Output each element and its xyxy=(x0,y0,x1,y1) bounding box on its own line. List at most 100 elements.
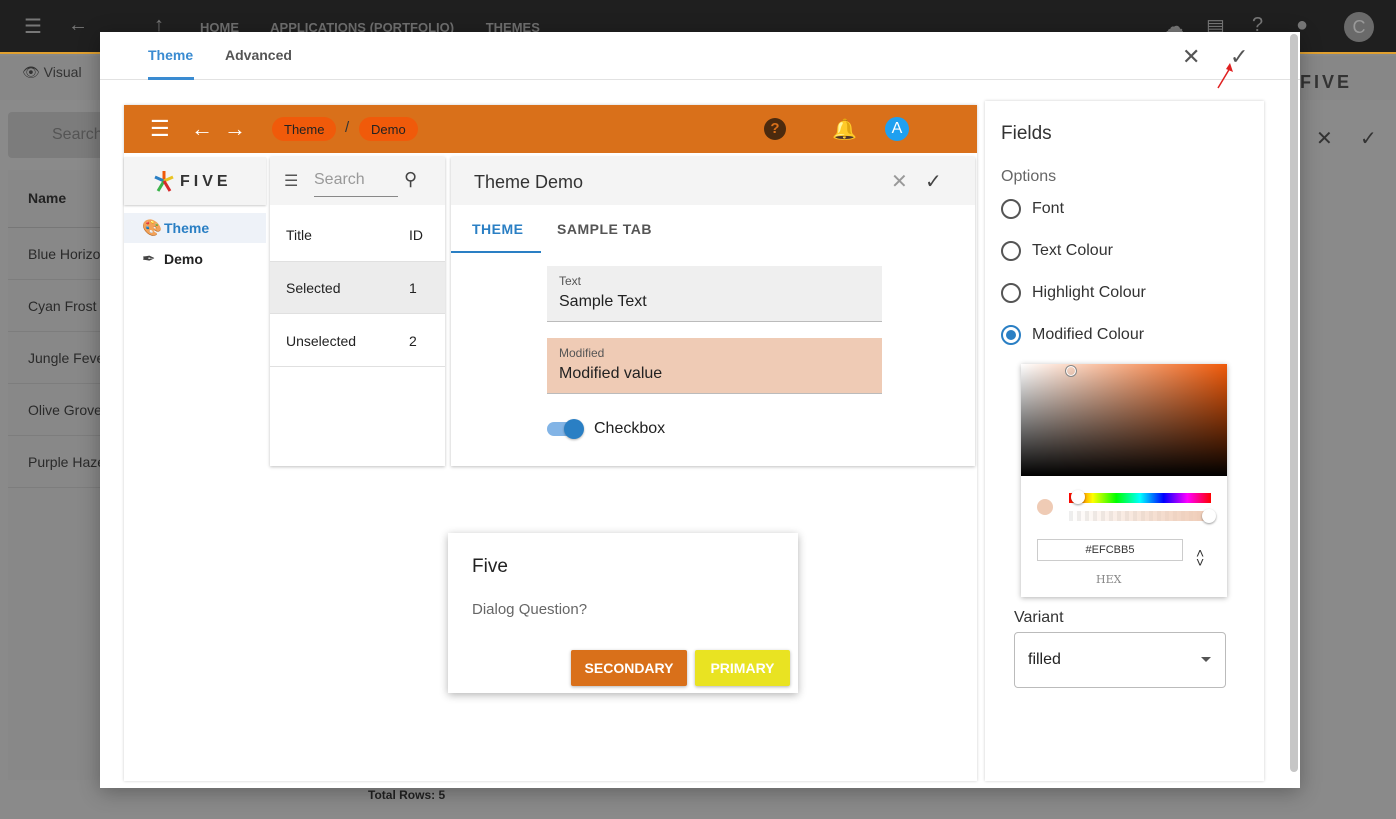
form-title: Theme Demo xyxy=(474,172,584,192)
radio-label: Highlight Colour xyxy=(1032,284,1146,301)
search-input[interactable]: Search xyxy=(314,171,398,197)
radio-label: Text Colour xyxy=(1032,242,1113,259)
row-id: 2 xyxy=(409,333,417,349)
modified-field[interactable]: Modified Modified value xyxy=(547,338,882,394)
close-icon[interactable]: ✕ xyxy=(891,169,908,194)
variant-select[interactable]: filled xyxy=(1014,632,1226,688)
visual-label: Visual xyxy=(43,64,82,80)
filter-icon[interactable]: ☰ xyxy=(284,171,298,191)
text-field[interactable]: Text Sample Text xyxy=(547,266,882,322)
fields-title: Fields xyxy=(1001,123,1052,144)
bg-close-icon[interactable]: ✕ xyxy=(1316,126,1333,151)
field-value: Modified value xyxy=(559,365,663,382)
color-swatch xyxy=(1037,499,1053,515)
alpha-handle[interactable] xyxy=(1202,509,1216,523)
field-label: Modified xyxy=(559,346,605,360)
logo-text: FIVE xyxy=(180,173,232,190)
visual-selector[interactable]: 👁 Visual xyxy=(22,64,82,81)
breadcrumb-theme[interactable]: Theme xyxy=(272,117,337,141)
close-icon[interactable]: ✕ xyxy=(1182,44,1200,70)
tab-theme[interactable]: THEME xyxy=(472,221,524,237)
palette-icon: 🎨 xyxy=(142,220,162,237)
search-icon[interactable]: ⚲ xyxy=(404,169,417,190)
saturation-handle[interactable] xyxy=(1065,365,1077,377)
table-row[interactable]: Unselected 2 xyxy=(270,315,445,367)
tab-advanced[interactable]: Advanced xyxy=(225,47,292,63)
sidebar-item-label: Demo xyxy=(164,251,203,267)
list-item[interactable]: Cyan Frost xyxy=(8,280,100,332)
tab-indicator xyxy=(148,77,194,80)
total-rows: Total Rows: 5 xyxy=(368,788,446,802)
radio-label: Font xyxy=(1032,200,1065,217)
avatar[interactable]: C xyxy=(1344,12,1374,42)
hex-label: HEX xyxy=(1096,573,1122,586)
menu-icon[interactable]: ☰ xyxy=(24,14,42,39)
row-title: Unselected xyxy=(286,333,357,349)
help-icon[interactable]: ? xyxy=(764,118,786,140)
dialog-question: Dialog Question? xyxy=(472,601,588,618)
dialog-title: Five xyxy=(472,556,508,577)
radio-highlight-colour[interactable] xyxy=(1001,283,1021,303)
hue-slider[interactable] xyxy=(1069,493,1211,503)
primary-button[interactable]: PRIMARY xyxy=(695,650,790,686)
list-header: Name xyxy=(8,170,100,228)
bg-theme-list: Name Blue Horizon Cyan Frost Jungle Feve… xyxy=(8,170,100,780)
bg-check-icon[interactable]: ✓ xyxy=(1360,126,1377,151)
back-arrow-icon[interactable]: ← xyxy=(191,116,213,142)
list-item[interactable]: Jungle Fever xyxy=(8,332,100,384)
tab-indicator xyxy=(451,251,541,253)
hue-handle[interactable] xyxy=(1071,490,1085,504)
eyedropper-icon: ✒ xyxy=(142,251,156,268)
field-value: Sample Text xyxy=(559,293,647,310)
radio-text-colour[interactable] xyxy=(1001,241,1021,261)
tab-sample[interactable]: SAMPLE TAB xyxy=(557,221,652,237)
avatar[interactable]: A xyxy=(885,117,909,141)
list-item[interactable]: Blue Horizon xyxy=(8,228,100,280)
form-header: Theme Demo ✕ ✓ xyxy=(451,157,975,205)
preview-form: Theme Demo ✕ ✓ THEME SAMPLE TAB Text Sam… xyxy=(451,157,975,466)
tab-theme[interactable]: Theme xyxy=(148,47,193,63)
preview-dialog: Five Dialog Question? SECONDARY PRIMARY xyxy=(448,533,798,693)
column-header-id: ID xyxy=(409,227,423,243)
modal-tabs: Theme Advanced ✕ ✓ xyxy=(100,32,1300,89)
row-title: Selected xyxy=(286,280,341,296)
back-arrow-icon[interactable]: ← xyxy=(68,14,88,37)
color-picker: #EFCBB5 HEX ˄ ˅ xyxy=(1021,364,1227,597)
preview-logo: FIVE xyxy=(124,157,266,205)
five-logo-icon xyxy=(154,171,174,192)
sidebar-item-demo[interactable]: ✒ Demo xyxy=(124,244,266,274)
sidebar-item-label: Theme xyxy=(164,220,210,236)
list-item[interactable]: Olive Grove xyxy=(8,384,100,436)
modal-scrollbar[interactable] xyxy=(1290,34,1298,772)
preview-list: ☰ Search ⚲ Title ID Selected 1 Unselecte… xyxy=(270,157,445,466)
saturation-area[interactable] xyxy=(1021,364,1227,476)
radio-font[interactable] xyxy=(1001,199,1021,219)
theme-preview: ☰ ← → Theme / Demo ? 🔔 A FIVE 🎨 Theme ✒ … xyxy=(124,105,977,781)
row-id: 1 xyxy=(409,280,417,296)
variant-label: Variant xyxy=(1014,609,1064,626)
breadcrumb-demo[interactable]: Demo xyxy=(359,117,418,141)
radio-modified-colour[interactable] xyxy=(1001,325,1021,345)
forward-arrow-icon[interactable]: → xyxy=(224,116,246,142)
options-label: Options xyxy=(1001,168,1057,185)
bell-icon[interactable]: 🔔 xyxy=(832,117,857,142)
list-item[interactable]: Purple Haze xyxy=(8,436,100,488)
format-toggle-icon[interactable]: ˄ ˅ xyxy=(1196,546,1204,569)
sidebar-item-theme[interactable]: 🎨 Theme xyxy=(124,213,266,243)
preview-app-bar: ☰ ← → Theme / Demo ? 🔔 A xyxy=(124,105,977,153)
alpha-slider[interactable] xyxy=(1069,511,1211,521)
chevron-down-icon xyxy=(1201,657,1211,662)
bg-search-input[interactable]: Search xyxy=(8,112,108,158)
breadcrumb-separator: / xyxy=(345,119,350,136)
menu-icon[interactable]: ☰ xyxy=(150,116,170,142)
variant-value: filled xyxy=(1028,651,1061,668)
check-icon[interactable]: ✓ xyxy=(925,169,942,194)
list-search-bar: ☰ Search ⚲ xyxy=(270,157,445,205)
five-logo: FIVE xyxy=(1300,72,1353,92)
fields-panel: Fields Options Font Text Colour Highligh… xyxy=(985,101,1264,781)
checkbox-label: Checkbox xyxy=(594,420,666,437)
hex-input[interactable]: #EFCBB5 xyxy=(1037,539,1183,561)
secondary-button[interactable]: SECONDARY xyxy=(571,650,687,686)
table-row[interactable]: Selected 1 xyxy=(270,262,445,314)
toggle-knob[interactable] xyxy=(564,419,584,439)
